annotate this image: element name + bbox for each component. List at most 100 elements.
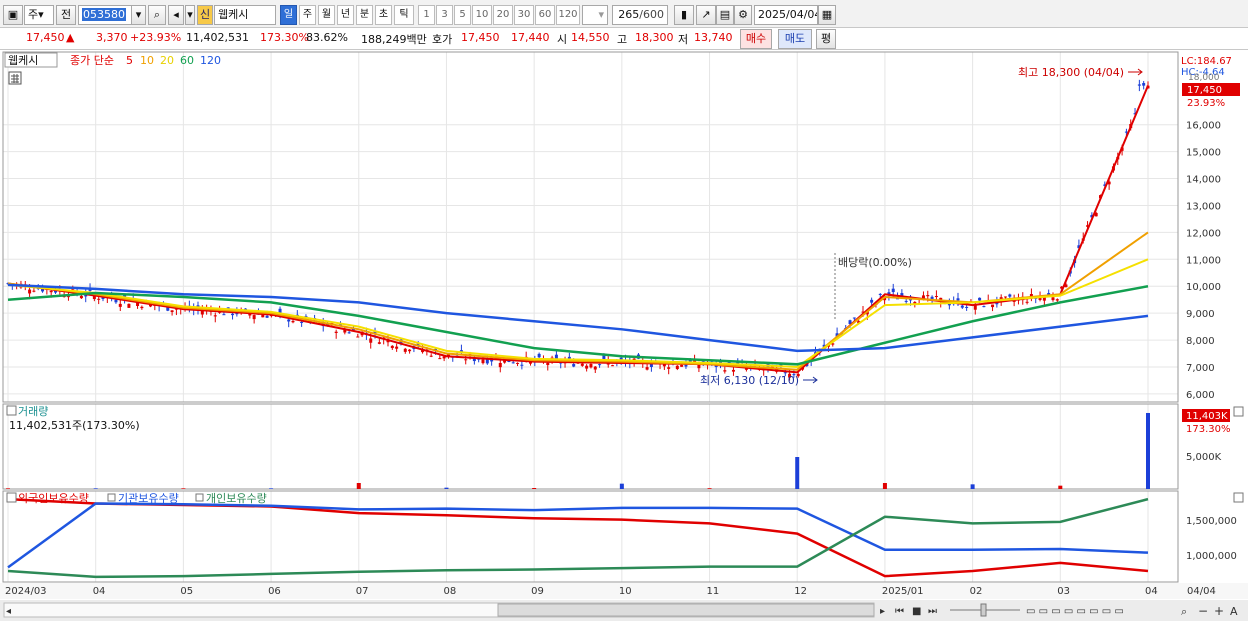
volume-value: 11,402,531 — [186, 31, 249, 44]
volume-bar — [795, 457, 800, 489]
code-dropdown-icon[interactable]: ▾ — [131, 5, 146, 25]
holding-collapse-icon[interactable] — [6, 492, 17, 503]
candle-body — [32, 290, 36, 292]
candle-body — [589, 363, 593, 368]
tab-tick[interactable]: 틱 — [394, 5, 414, 25]
zoom-slider-handle[interactable] — [980, 603, 987, 617]
calendar-icon[interactable]: ▦ — [818, 5, 836, 25]
text-size-icon[interactable]: A — [1230, 605, 1238, 618]
tab-day[interactable]: 일 — [280, 5, 297, 25]
moving-averages — [7, 85, 1149, 374]
jump-start-icon[interactable]: ⏮ — [895, 606, 904, 617]
tab-week[interactable]: 주 — [299, 5, 316, 25]
speaker-icon[interactable]: ◂ — [168, 5, 184, 25]
stock-name-field[interactable]: 웹케시 — [214, 5, 276, 25]
volume-bar — [882, 483, 887, 489]
price-panel-frame — [2, 51, 1179, 403]
zoom-in-icon[interactable]: + — [1214, 604, 1224, 618]
custom-interval-select[interactable]: ▾ — [582, 5, 608, 25]
volume-collapse-icon[interactable] — [6, 405, 17, 416]
bid-price: 17,440 — [511, 31, 550, 44]
volume-bar — [181, 488, 186, 489]
candle-body — [300, 321, 304, 323]
save-icon[interactable]: ▤ — [716, 5, 734, 25]
candle-body — [956, 298, 960, 301]
legend-prefix: 종가 단순 — [70, 54, 114, 67]
volume-bar — [1058, 485, 1063, 489]
volume-bar — [970, 484, 975, 489]
draw-tool-icon[interactable]: ↗ — [696, 5, 716, 25]
candle-body — [334, 331, 338, 334]
interval-20[interactable]: 20 — [493, 5, 513, 25]
candle-body — [723, 370, 727, 372]
candle-body — [934, 295, 938, 297]
volume-panel-close-icon[interactable] — [1233, 406, 1244, 417]
credit-badge[interactable]: 신 — [197, 5, 213, 25]
ma-line-10 — [7, 231, 1149, 371]
date-field[interactable]: 2025/04/04 — [754, 5, 818, 25]
interval-120[interactable]: 120 — [556, 5, 580, 25]
candle-body — [347, 332, 351, 334]
interval-30[interactable]: 30 — [514, 5, 534, 25]
tab-month[interactable]: 월 — [318, 5, 335, 25]
buy-button[interactable]: 매수 — [740, 29, 772, 49]
candle-body — [991, 304, 995, 308]
dividend-annotation: 배당락(0.00%) — [838, 256, 912, 269]
candle-body — [438, 358, 442, 360]
legend-ma10: 10 — [140, 54, 154, 67]
candle-body — [891, 288, 895, 293]
window-menu-icon[interactable]: ▣ — [3, 5, 23, 25]
holding-line-2 — [7, 497, 1149, 579]
candle-body — [28, 289, 32, 294]
tab-second[interactable]: 초 — [375, 5, 392, 25]
low-price: 13,740 — [694, 31, 733, 44]
tab-year[interactable]: 년 — [337, 5, 354, 25]
sell-button[interactable]: 매도 — [778, 29, 812, 49]
candle-type-icon[interactable]: ▮ — [674, 5, 694, 25]
holding-panel-close-icon[interactable] — [1233, 492, 1244, 503]
count-input[interactable]: 265/600 — [612, 5, 668, 25]
candle-body — [978, 297, 982, 301]
tool-icons[interactable]: ▭ ▭ ▭ ▭ ▭ ▭ ▭ ▭ — [1026, 606, 1124, 617]
zoom-search-icon[interactable]: ⌕ — [1181, 605, 1187, 618]
x-tick-label: 02 — [970, 586, 983, 597]
price-y-tick: 13,000 — [1186, 201, 1221, 212]
speaker-dropdown-icon[interactable]: ▾ — [185, 5, 195, 25]
scroll-right-icon[interactable]: ▸ — [880, 606, 885, 617]
candle-body — [667, 367, 671, 369]
candle-body — [1051, 297, 1055, 301]
candle-body — [593, 366, 597, 370]
tab-minute[interactable]: 분 — [356, 5, 373, 25]
interval-1[interactable]: 1 — [418, 5, 435, 25]
candle-body — [516, 362, 520, 364]
search-icon[interactable]: ⌕ — [148, 5, 166, 25]
scroll-left-icon[interactable]: ◂ — [6, 606, 11, 617]
gear-icon[interactable]: ⚙ — [734, 5, 752, 25]
candle-body — [697, 364, 701, 369]
x-tick-label: 2025/01 — [882, 586, 924, 597]
prev-button[interactable]: 전 — [56, 5, 76, 25]
candle-body — [973, 305, 977, 310]
candle-body — [1004, 296, 1007, 298]
interval-5[interactable]: 5 — [454, 5, 471, 25]
current-price: 17,450 — [26, 31, 65, 44]
jump-end-icon[interactable]: ⏭ — [928, 606, 937, 617]
holding-lines — [7, 497, 1149, 579]
interval-60[interactable]: 60 — [535, 5, 555, 25]
interval-3[interactable]: 3 — [436, 5, 453, 25]
stop-icon[interactable]: ■ — [912, 606, 921, 617]
volume-bar — [444, 487, 449, 489]
price-y-tick: 12,000 — [1186, 228, 1221, 239]
candle-body — [464, 359, 468, 361]
candle-body — [278, 308, 282, 313]
interval-10[interactable]: 10 — [472, 5, 492, 25]
zoom-out-icon[interactable]: − — [1198, 604, 1208, 618]
average-button[interactable]: 평 — [816, 29, 836, 49]
high-arrow-icon — [1128, 68, 1143, 76]
scroll-thumb[interactable] — [497, 603, 875, 617]
type-selector[interactable]: 주▾ — [24, 5, 54, 25]
candle-body — [1142, 83, 1146, 86]
stock-chart[interactable]: 웹케시 종가 단순 5 10 20 60 120 LC:184.67 HC:-4… — [0, 50, 1248, 621]
candle-body — [649, 364, 653, 368]
volume-bar — [93, 488, 98, 489]
